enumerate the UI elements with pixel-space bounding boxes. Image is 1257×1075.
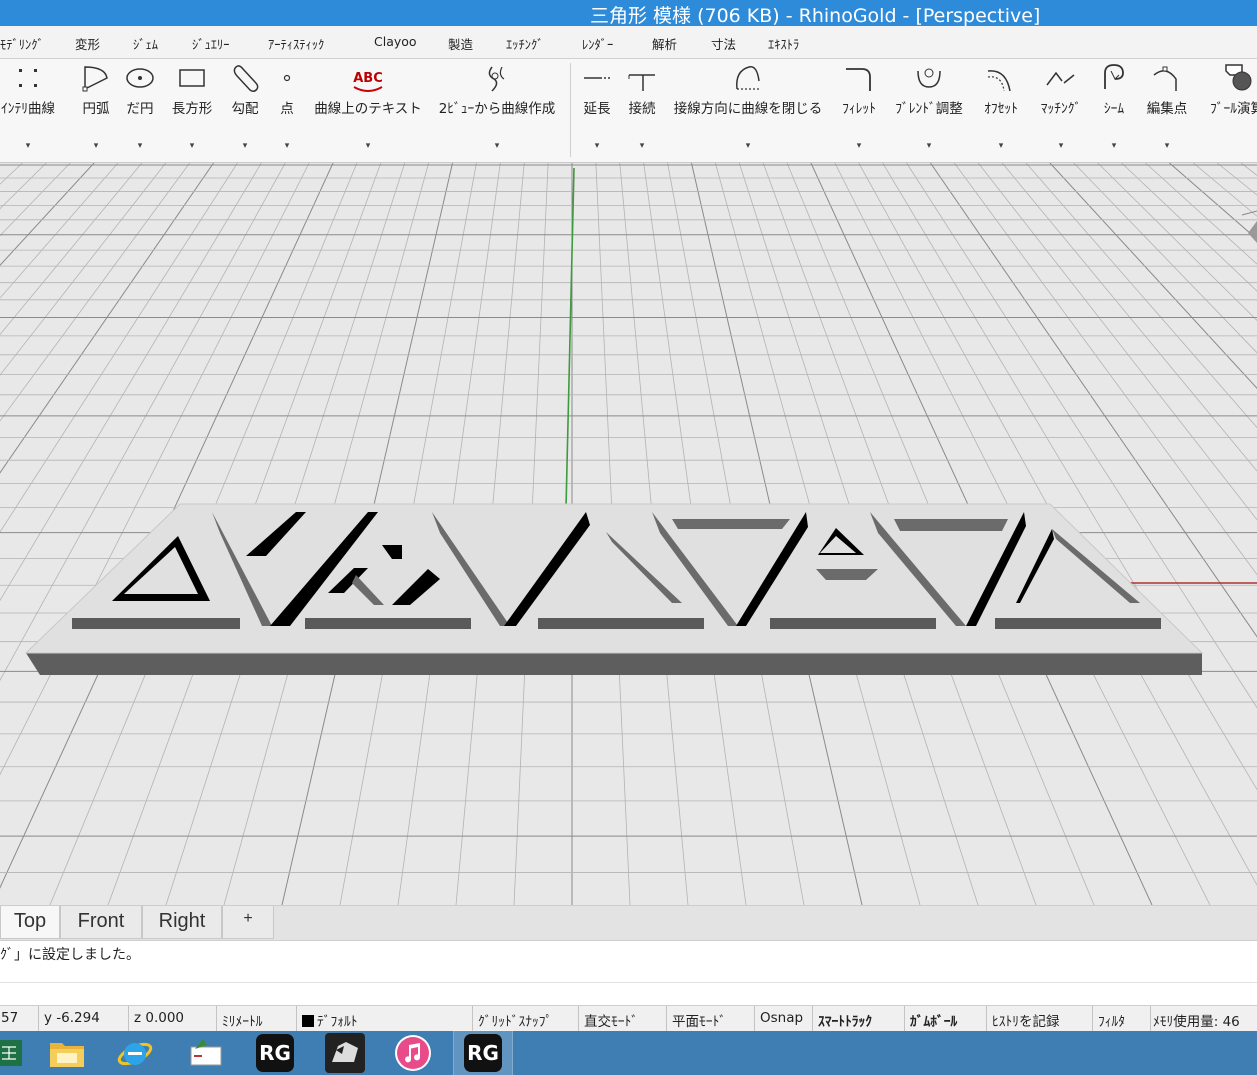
taskbar-file-explorer[interactable] <box>38 1031 96 1075</box>
status-z-coord: z 0.000 <box>128 1006 217 1032</box>
text-on-curve-icon: ABC <box>353 71 383 92</box>
taskbar-itunes[interactable] <box>384 1031 442 1075</box>
blend-icon <box>917 68 941 88</box>
status-units[interactable]: ﾐﾘﾒｰﾄﾙ <box>216 1006 297 1032</box>
status-filter[interactable]: ﾌｨﾙﾀ <box>1092 1006 1151 1032</box>
curve-from-2-views-icon <box>488 66 505 92</box>
match-icon <box>1046 71 1075 86</box>
tool-ellipse[interactable]: だ円 ▾ <box>120 59 160 159</box>
boolean-icon <box>1225 64 1252 91</box>
taskbar-mail-app[interactable] <box>176 1031 234 1075</box>
point-icon <box>283 74 291 82</box>
file-explorer-icon <box>50 1043 84 1067</box>
extend-icon <box>584 77 610 79</box>
tab-front[interactable]: Front <box>60 906 142 939</box>
command-input[interactable] <box>0 982 1257 1005</box>
status-record-history[interactable]: ﾋｽﾄﾘを記録 <box>986 1006 1093 1032</box>
edit-points-icon <box>1153 66 1177 91</box>
interp-curve-icon <box>19 69 37 87</box>
title-bar: 三角形 模様 (706 KB) - RhinoGold - [Perspecti… <box>0 0 1257 27</box>
tool-extend[interactable]: 延長 ▾ <box>578 59 616 159</box>
taskbar-rhinogold-active[interactable]: RG <box>453 1030 513 1075</box>
tool-blend[interactable]: ﾌﾞﾚﾝﾄﾞ調整 ▾ <box>892 59 966 159</box>
tool-point[interactable]: 点 ▾ <box>272 59 302 159</box>
status-ortho[interactable]: 直交ﾓｰﾄﾞ <box>578 1006 667 1032</box>
viewport-tabs: Top Front Right + <box>0 905 1257 940</box>
menu-bar: ﾓﾃﾞﾘﾝｸﾞ 変形 ｼﾞｪﾑ ｼﾞｭｴﾘｰ ｱｰﾃｨｽﾃｨｯｸ Clayoo … <box>0 26 1257 59</box>
status-y-coord: y -6.294 <box>38 1006 129 1032</box>
mail-app-icon <box>190 1039 222 1066</box>
command-history-line: ｸﾞ」に設定しました。 <box>0 947 140 963</box>
menu-etching[interactable]: ｴｯﾁﾝｸﾞ <box>506 34 544 53</box>
windows-taskbar: RG RG <box>0 1030 1257 1075</box>
tool-close-curve-tangent[interactable]: 接線方向に曲線を閉じる ▾ <box>670 59 826 159</box>
menu-dimension[interactable]: 寸法 <box>711 34 736 53</box>
triangle-pattern-plate <box>24 503 1204 675</box>
rectangle-icon <box>179 69 205 87</box>
status-gumball[interactable]: ｶﾞﾑﾎﾞｰﾙ <box>904 1006 987 1032</box>
perspective-viewport[interactable] <box>0 163 1257 905</box>
tool-slope[interactable]: 勾配 ▾ <box>222 59 268 159</box>
menu-gems[interactable]: ｼﾞｪﾑ <box>133 34 158 53</box>
tool-arc[interactable]: 円弧 ▾ <box>72 59 120 159</box>
status-x-coord: 57 <box>0 1006 39 1032</box>
connect-icon <box>628 74 655 91</box>
taskbar-rhino[interactable] <box>316 1031 374 1075</box>
menu-manufacture[interactable]: 製造 <box>448 34 473 53</box>
seam-icon <box>1104 64 1124 89</box>
tool-match[interactable]: ﾏｯﾁﾝｸﾞ ▾ <box>1034 59 1088 159</box>
taskbar-rhinogold[interactable]: RG <box>246 1031 304 1075</box>
viewport-canvas <box>0 163 1257 905</box>
rhino-icon <box>325 1033 365 1073</box>
menu-extra[interactable]: ｴｷｽﾄﾗ <box>768 34 799 53</box>
menu-clayoo[interactable]: Clayoo <box>374 34 417 49</box>
tool-fillet[interactable]: ﾌｨﾚｯﾄ ▾ <box>836 59 882 159</box>
taskbar-internet-explorer[interactable] <box>106 1031 164 1075</box>
arc-icon <box>82 66 108 92</box>
ribbon-separator <box>570 63 571 157</box>
menu-modeling[interactable]: ﾓﾃﾞﾘﾝｸﾞ <box>0 34 44 53</box>
excel-icon <box>0 1040 22 1066</box>
ellipse-icon <box>126 68 154 88</box>
itunes-icon <box>395 1035 431 1071</box>
tool-connect[interactable]: 接続 ▾ <box>622 59 662 159</box>
status-memory: ﾒﾓﾘ使用量: 46 <box>1153 1014 1240 1030</box>
tool-rectangle[interactable]: 長方形 ▾ <box>164 59 220 159</box>
tool-boolean[interactable]: ﾌﾞｰﾙ演算 <box>1200 59 1257 159</box>
status-bar: 57 y -6.294 z 0.000 ﾐﾘﾒｰﾄﾙ ﾃﾞﾌｫﾙﾄ ｸﾞﾘｯﾄﾞ… <box>0 1005 1257 1032</box>
status-planar[interactable]: 平面ﾓｰﾄﾞ <box>666 1006 755 1032</box>
tool-offset[interactable]: ｵﾌｾｯﾄ ▾ <box>974 59 1028 159</box>
add-tab-button[interactable]: + <box>222 906 274 939</box>
status-layer[interactable]: ﾃﾞﾌｫﾙﾄ <box>296 1006 473 1032</box>
menu-artistic[interactable]: ｱｰﾃｨｽﾃｨｯｸ <box>268 34 324 53</box>
layer-color-swatch <box>302 1015 314 1027</box>
close-curve-tangent-icon <box>736 66 760 90</box>
status-osnap[interactable]: Osnap <box>754 1006 813 1032</box>
status-smarttrack[interactable]: ｽﾏｰﾄﾄﾗｯｸ <box>812 1006 905 1032</box>
rhinogold-icon: RG <box>256 1034 294 1072</box>
offset-icon <box>987 70 1011 92</box>
tool-text-on-curve[interactable]: ABC 曲線上のテキスト ▾ <box>312 59 424 159</box>
tool-seam[interactable]: ｼｰﾑ ▾ <box>1094 59 1134 159</box>
window-title: 三角形 模様 (706 KB) - RhinoGold - [Perspecti… <box>590 5 1041 27</box>
status-grid-snap[interactable]: ｸﾞﾘｯﾄﾞｽﾅｯﾌﾟ <box>472 1006 579 1032</box>
menu-analysis[interactable]: 解析 <box>652 34 677 53</box>
menu-jewelry[interactable]: ｼﾞｭｴﾘｰ <box>192 34 230 53</box>
menu-render[interactable]: ﾚﾝﾀﾞｰ <box>582 34 613 53</box>
tab-top[interactable]: Top <box>0 906 60 939</box>
tool-curve-from-2-views[interactable]: 2ﾋﾞｭｰから曲線作成 ▾ <box>432 59 562 159</box>
abc-text: ABC <box>353 71 383 86</box>
command-area: ｸﾞ」に設定しました。 <box>0 940 1257 1005</box>
ribbon-toolbar: ｲﾝﾃﾘ曲線 ▾ 円弧 ▾ だ円 ▾ 長方形 ▾ 勾配 ▾ 点 ▾ ABC 曲線… <box>0 59 1257 163</box>
slope-icon <box>233 65 259 93</box>
tool-interp-curve[interactable]: ｲﾝﾃﾘ曲線 ▾ <box>0 59 64 159</box>
fillet-icon <box>846 68 871 91</box>
tool-edit-points[interactable]: 編集点 ▾ <box>1140 59 1194 159</box>
menu-transform[interactable]: 変形 <box>75 34 100 53</box>
taskbar-excel[interactable] <box>0 1031 38 1075</box>
tab-right[interactable]: Right <box>142 906 222 939</box>
rhinogold-active-icon: RG <box>464 1034 502 1072</box>
internet-explorer-icon <box>117 1042 153 1066</box>
